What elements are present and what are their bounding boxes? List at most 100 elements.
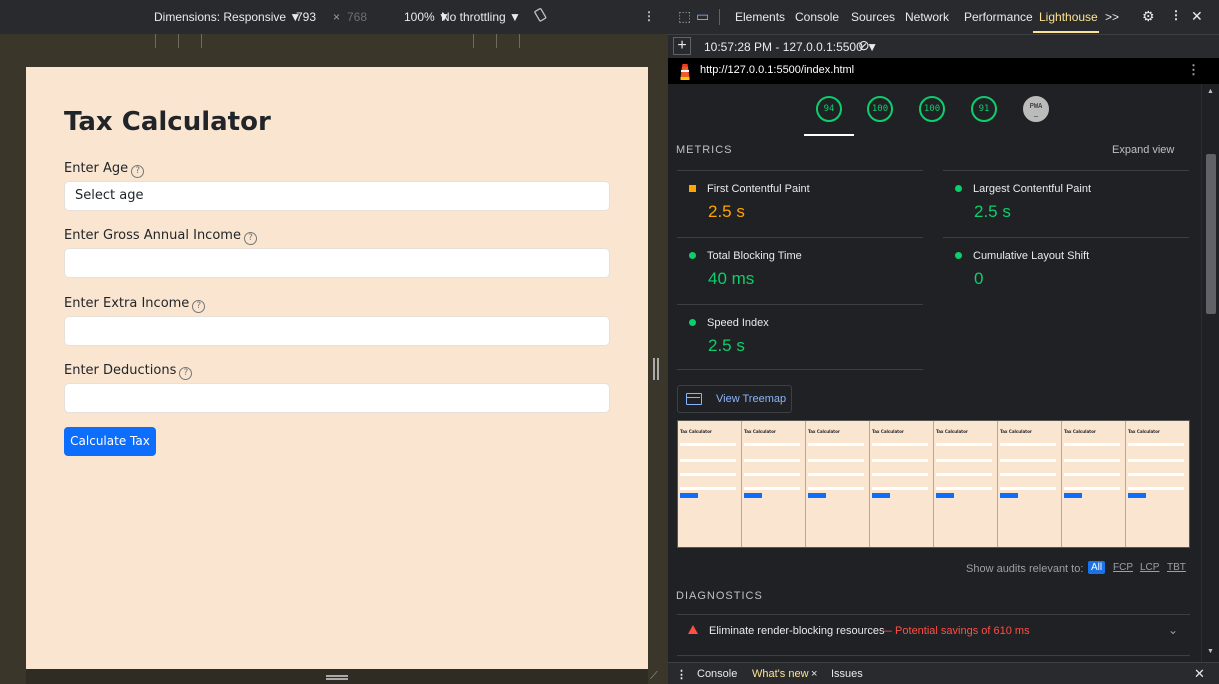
extra-income-input[interactable] [64, 316, 610, 346]
more-tabs-icon[interactable]: >> [1105, 10, 1119, 24]
drawer-tab-whats-new[interactable]: What's new [752, 668, 809, 680]
age-select[interactable]: Select age [64, 181, 610, 211]
devtools-panel: ⬚ ▭ Elements Console Sources Network Per… [668, 0, 1219, 684]
metric-cls: Cumulative Layout Shift 0 [943, 237, 1189, 303]
filmstrip-frame: Tax Calculator [998, 421, 1062, 547]
audited-url: http://127.0.0.1:5500/index.html [700, 64, 855, 76]
filmstrip-frame: Tax Calculator [934, 421, 998, 547]
filter-fcp[interactable]: FCP [1110, 561, 1136, 574]
scroll-up-icon[interactable]: ▲ [1207, 88, 1214, 95]
income-input[interactable] [64, 248, 610, 278]
score-gauges: 94 100 100 91 PWA — [668, 84, 1201, 136]
drawer-tab-issues[interactable]: Issues [831, 668, 863, 680]
filmstrip-frame: Tax Calculator [678, 421, 742, 547]
help-icon[interactable]: ? [243, 232, 257, 245]
filmstrip-frame: Tax Calculator [1126, 421, 1189, 547]
viewport-resize-handle[interactable] [26, 669, 648, 684]
age-label-text: Enter Age [64, 161, 129, 176]
kebab-icon[interactable]: ⋮ [1187, 62, 1200, 78]
seo-score-gauge[interactable]: 91 [971, 96, 997, 122]
device-toggle-icon[interactable]: ▭ [696, 8, 709, 25]
throttling-dropdown[interactable]: No throttling ▼ [441, 10, 521, 24]
treemap-icon [686, 393, 702, 405]
frame-title: Tax Calculator [1000, 429, 1032, 434]
average-marker-icon [689, 185, 696, 192]
metric-name: First Contentful Paint [707, 183, 810, 195]
metric-name: Cumulative Layout Shift [973, 250, 1090, 262]
metric-name: Total Blocking Time [707, 250, 802, 262]
tab-performance[interactable]: Performance [964, 10, 1033, 24]
calculate-tax-button[interactable]: Calculate Tax [64, 427, 156, 456]
best-practices-score-gauge[interactable]: 100 [919, 96, 945, 122]
lighthouse-logo-icon [680, 64, 690, 80]
report-selector[interactable]: 10:57:28 PM - 127.0.0.1:5500 ▼ [704, 40, 878, 54]
tab-sources[interactable]: Sources [851, 10, 895, 24]
treemap-label: View Treemap [716, 393, 787, 405]
tab-console[interactable]: Console [795, 10, 839, 24]
diagnostic-title: Eliminate render-blocking resources [709, 625, 885, 637]
rotate-icon[interactable] [533, 7, 549, 26]
metric-name: Speed Index [707, 317, 769, 329]
kebab-icon[interactable]: ⋮ [643, 9, 655, 23]
frame-title: Tax Calculator [872, 429, 904, 434]
frame-title: Tax Calculator [744, 429, 776, 434]
side-resize-handle[interactable] [653, 358, 659, 380]
accessibility-score-gauge[interactable]: 100 [867, 96, 893, 122]
close-drawer-icon[interactable]: ✕ [1194, 666, 1205, 682]
metric-value: 2.5 s [708, 336, 745, 355]
extra-income-label-text: Enter Extra Income [64, 296, 190, 311]
scroll-down-icon[interactable]: ▼ [1207, 648, 1214, 655]
metric-value: 2.5 s [974, 202, 1011, 221]
media-query-bar [0, 34, 668, 48]
frame-title: Tax Calculator [936, 429, 968, 434]
pwa-badge[interactable]: PWA — [1023, 96, 1049, 122]
filmstrip-frame: Tax Calculator [870, 421, 934, 547]
pass-marker-icon [955, 252, 962, 259]
income-label: Enter Gross Annual Income? [64, 228, 257, 245]
help-icon[interactable]: ? [131, 165, 145, 178]
tab-network[interactable]: Network [905, 10, 949, 24]
filter-lcp[interactable]: LCP [1137, 561, 1162, 574]
drawer-tab-console[interactable]: Console [697, 668, 737, 680]
tab-elements[interactable]: Elements [735, 10, 785, 24]
chevron-down-icon[interactable]: ⌄ [1168, 623, 1178, 637]
height-input[interactable]: 768 [347, 10, 367, 24]
dimensions-dropdown[interactable]: Dimensions: Responsive ▼ [154, 10, 301, 24]
metric-fcp: First Contentful Paint 2.5 s [677, 170, 923, 236]
settings-icon[interactable]: ⚙ [1142, 8, 1155, 25]
filmstrip-frame: Tax Calculator [806, 421, 870, 547]
clear-icon[interactable]: ⊘ [858, 37, 870, 54]
expand-view-link[interactable]: Expand view [1112, 144, 1174, 156]
tab-lighthouse[interactable]: Lighthouse [1039, 10, 1098, 24]
metrics-heading: METRICS [676, 144, 733, 156]
performance-score-gauge[interactable]: 94 [816, 96, 842, 122]
fail-triangle-icon [688, 625, 698, 634]
scrollbar-thumb[interactable] [1206, 154, 1216, 314]
times-separator: × [333, 10, 341, 24]
corner-resize-icon[interactable]: ⟋ [650, 670, 658, 683]
width-input[interactable]: 793 [296, 10, 316, 24]
kebab-icon[interactable]: ⋮ [1170, 8, 1182, 22]
diagnostics-heading: DIAGNOSTICS [676, 590, 763, 602]
help-icon[interactable]: ? [179, 367, 193, 380]
grip-icon [326, 675, 348, 677]
filter-all[interactable]: All [1088, 561, 1106, 574]
filter-tbt[interactable]: TBT [1164, 561, 1189, 574]
new-report-icon[interactable]: + [673, 37, 691, 55]
close-icon[interactable]: ✕ [1191, 8, 1203, 25]
inspect-icon[interactable]: ⬚ [678, 8, 691, 25]
deductions-input[interactable] [64, 383, 610, 413]
help-icon[interactable]: ? [192, 300, 206, 313]
url-bar: http://127.0.0.1:5500/index.html ⋮ [668, 58, 1219, 84]
close-icon[interactable]: × [811, 668, 817, 680]
scrollbar[interactable]: ▲ ▼ [1201, 84, 1219, 662]
kebab-icon[interactable]: ⋮ [676, 668, 687, 681]
view-treemap-button[interactable]: View Treemap [677, 385, 792, 413]
divider [719, 9, 720, 25]
emulated-viewport: Tax Calculator Enter Age? Select age Ent… [26, 67, 648, 669]
deductions-label: Enter Deductions? [64, 363, 193, 380]
drawer-tabbar: ⋮ Console What's new × Issues ✕ [668, 662, 1219, 684]
frame-title: Tax Calculator [680, 429, 712, 434]
filmstrip-frame: Tax Calculator [742, 421, 806, 547]
metric-value: 40 ms [708, 269, 755, 288]
